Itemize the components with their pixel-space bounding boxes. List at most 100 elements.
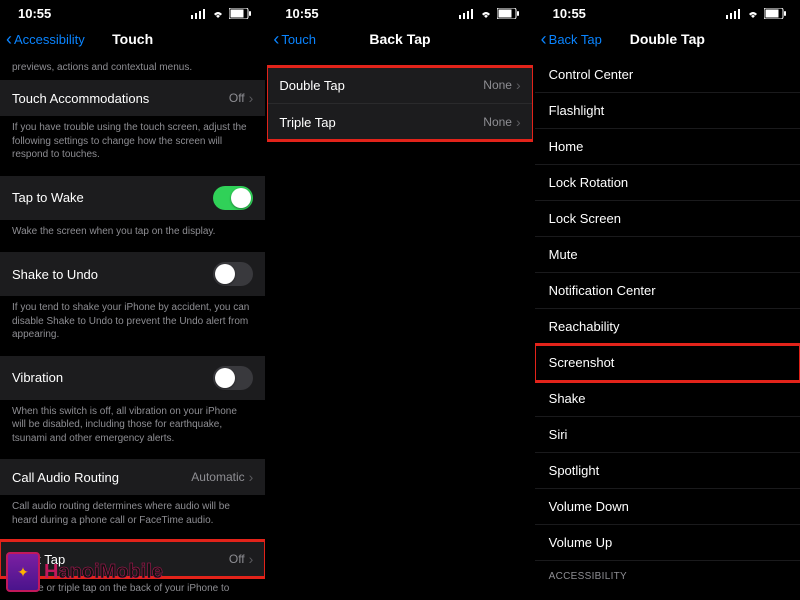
action-label: Volume Up	[549, 535, 613, 550]
status-bar: 10:55	[0, 0, 265, 23]
row-label: Triple Tap	[279, 115, 335, 130]
action-label: Spotlight	[549, 463, 600, 478]
section-header-accessibility: Accessibility	[535, 561, 800, 584]
row-tap-to-wake[interactable]: Tap to Wake	[0, 176, 265, 220]
status-bar: 10:55	[267, 0, 532, 23]
row-label: Touch Accommodations	[12, 91, 149, 106]
row-footer: When this switch is off, all vibration o…	[0, 400, 265, 454]
row-label: Call Audio Routing	[12, 470, 119, 485]
signal-icon	[191, 9, 207, 19]
toggle-switch[interactable]	[213, 366, 253, 390]
action-label: Siri	[549, 427, 568, 442]
status-icons	[191, 8, 251, 19]
row-value: Automatic ›	[191, 469, 253, 485]
chevron-left-icon: ‹	[6, 30, 12, 48]
settings-content: previews, actions and contextual menus. …	[0, 57, 265, 600]
action-row-screenshot[interactable]: Screenshot	[535, 345, 800, 381]
action-row-mute[interactable]: Mute	[535, 237, 800, 273]
value-text: None	[483, 78, 512, 92]
action-label: Flashlight	[549, 103, 605, 118]
action-row-home[interactable]: Home	[535, 129, 800, 165]
row-value: None ›	[483, 114, 520, 130]
action-label: Volume Down	[549, 499, 629, 514]
back-button[interactable]: ‹ Accessibility	[6, 30, 85, 48]
value-text: Off	[229, 552, 245, 566]
action-row-notification-center[interactable]: Notification Center	[535, 273, 800, 309]
battery-icon	[497, 8, 519, 19]
row-value: Off ›	[229, 90, 253, 106]
back-label: Touch	[281, 32, 316, 47]
back-label: Accessibility	[14, 32, 85, 47]
row-value: Off ›	[229, 551, 253, 567]
action-label: Lock Screen	[549, 211, 621, 226]
action-label: Lock Rotation	[549, 175, 629, 190]
row-vibration[interactable]: Vibration	[0, 356, 265, 400]
status-time: 10:55	[285, 6, 318, 21]
signal-icon	[459, 9, 475, 19]
value-text: Automatic	[191, 470, 244, 484]
screenshot-panel-2: 10:55 ‹ Touch Back Tap Double Tap None ›	[267, 0, 532, 600]
chevron-right-icon: ›	[516, 77, 521, 93]
chevron-right-icon: ›	[516, 114, 521, 130]
status-bar: 10:55	[535, 0, 800, 23]
row-call-audio-routing[interactable]: Call Audio Routing Automatic ›	[0, 459, 265, 495]
row-label: Shake to Undo	[12, 267, 98, 282]
status-time: 10:55	[18, 6, 51, 21]
action-label: Shake	[549, 391, 586, 406]
row-footer: If you tend to shake your iPhone by acci…	[0, 296, 265, 350]
action-row-spotlight[interactable]: Spotlight	[535, 453, 800, 489]
action-row-volume-down[interactable]: Volume Down	[535, 489, 800, 525]
back-button[interactable]: ‹ Touch	[273, 30, 316, 48]
action-list: Control Center Flashlight Home Lock Rotatio…	[535, 57, 800, 600]
chevron-left-icon: ‹	[541, 30, 547, 48]
row-label: Tap to Wake	[12, 190, 84, 205]
row-label: Double Tap	[279, 78, 345, 93]
action-row-lock-screen[interactable]: Lock Screen	[535, 201, 800, 237]
battery-icon	[764, 8, 786, 19]
toggle-switch[interactable]	[213, 262, 253, 286]
row-double-tap[interactable]: Double Tap None ›	[267, 67, 532, 104]
toggle-switch[interactable]	[213, 186, 253, 210]
screenshot-panel-1: 10:55 ‹ Accessibility Touch previews, ac…	[0, 0, 265, 600]
action-label: Reachability	[549, 319, 620, 334]
status-time: 10:55	[553, 6, 586, 21]
row-footer: Wake the screen when you tap on the disp…	[0, 220, 265, 247]
battery-icon	[229, 8, 251, 19]
signal-icon	[726, 9, 742, 19]
watermark-icon	[6, 552, 40, 592]
status-icons	[459, 8, 519, 19]
action-row-lock-rotation[interactable]: Lock Rotation	[535, 165, 800, 201]
value-text: Off	[229, 91, 245, 105]
chevron-left-icon: ‹	[273, 30, 279, 48]
chevron-right-icon: ›	[249, 90, 254, 106]
action-label: Home	[549, 139, 584, 154]
wifi-icon	[211, 9, 225, 19]
action-row-shake[interactable]: Shake	[535, 381, 800, 417]
action-label: Notification Center	[549, 283, 656, 298]
row-value: None ›	[483, 77, 520, 93]
value-text: None	[483, 115, 512, 129]
screenshot-panel-3: 10:55 ‹ Back Tap Double Tap Control Cent…	[535, 0, 800, 600]
action-row-siri[interactable]: Siri	[535, 417, 800, 453]
back-label: Back Tap	[549, 32, 602, 47]
wifi-icon	[746, 9, 760, 19]
action-label: Mute	[549, 247, 578, 262]
row-triple-tap[interactable]: Triple Tap None ›	[267, 104, 532, 140]
action-row-flashlight[interactable]: Flashlight	[535, 93, 800, 129]
watermark-letter: H	[44, 561, 58, 583]
action-label: Control Center	[549, 67, 634, 82]
action-row-volume-up[interactable]: Volume Up	[535, 525, 800, 561]
row-touch-accommodations[interactable]: Touch Accommodations Off ›	[0, 80, 265, 116]
row-shake-to-undo[interactable]: Shake to Undo	[0, 252, 265, 296]
watermark-rest: anoiMobile	[58, 561, 162, 583]
action-row-reachability[interactable]: Reachability	[535, 309, 800, 345]
nav-bar: ‹ Touch Back Tap	[267, 23, 532, 57]
watermark-text: HanoiMobile	[44, 561, 163, 584]
back-button[interactable]: ‹ Back Tap	[541, 30, 602, 48]
nav-bar: ‹ Accessibility Touch	[0, 23, 265, 57]
truncated-footer: previews, actions and contextual menus.	[0, 57, 265, 74]
action-row-control-center[interactable]: Control Center	[535, 57, 800, 93]
action-label: Screenshot	[549, 355, 615, 370]
status-icons	[726, 8, 786, 19]
wifi-icon	[479, 9, 493, 19]
